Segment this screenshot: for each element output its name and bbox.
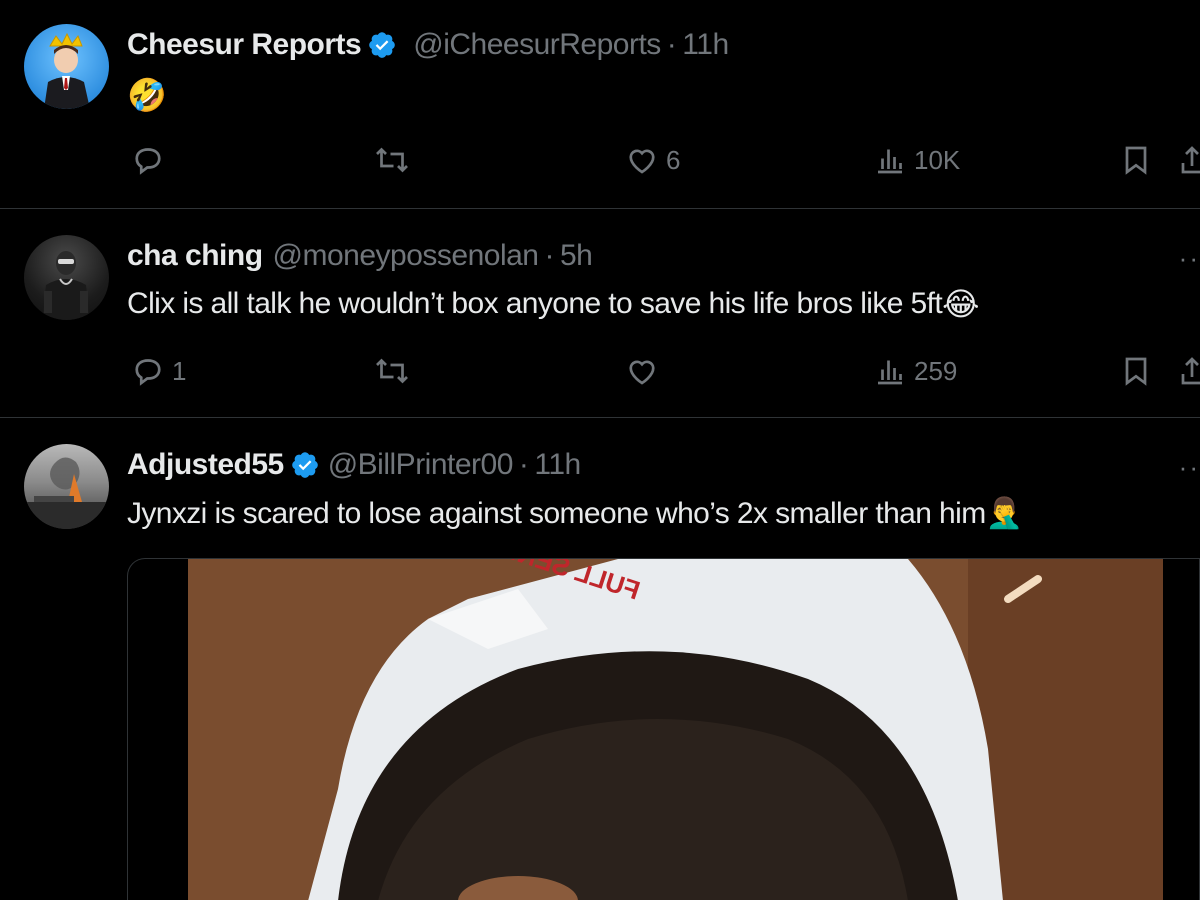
share-button[interactable] xyxy=(1180,142,1200,178)
reply-button[interactable] xyxy=(130,142,166,178)
view-count: 10K xyxy=(914,144,961,175)
views-chart-icon xyxy=(878,360,902,385)
heart-icon xyxy=(629,360,655,385)
facepalm-emoji: 🤦‍♂️ xyxy=(985,497,1023,530)
verified-badge-icon xyxy=(369,32,396,58)
video-still-image: FULL SEND xyxy=(188,559,1163,900)
avatar-image xyxy=(42,251,90,320)
tweet-header: cha ching @moneypossenolan · 5h xyxy=(127,239,593,273)
author-handle[interactable]: @iCheesurReports xyxy=(413,28,661,62)
share-button[interactable] xyxy=(1180,353,1200,389)
timestamp[interactable]: 11h xyxy=(682,28,729,62)
reply-count: 1 xyxy=(172,355,187,386)
retweet-icon xyxy=(376,358,408,384)
tweet-cheesur-reports[interactable]: Cheesur Reports @iCheesurReports · 11h 🤣… xyxy=(0,0,1200,209)
retweet-button[interactable] xyxy=(372,353,412,389)
more-options-icon[interactable]: ·· xyxy=(1179,243,1200,274)
tweet-text: Jynxzi is scared to lose against someone… xyxy=(127,496,1023,531)
separator-dot: · xyxy=(544,239,555,272)
bookmark-icon xyxy=(1125,146,1147,175)
avatar[interactable] xyxy=(24,444,109,529)
author-name[interactable]: cha ching xyxy=(127,239,263,273)
author-handle[interactable]: @BillPrinter00 xyxy=(328,448,514,482)
tears-of-joy-emoji: 😂 xyxy=(942,286,979,322)
views-chart-icon xyxy=(878,149,902,174)
share-icon xyxy=(1181,357,1200,385)
reply-icon xyxy=(135,148,161,175)
rolling-laughing-emoji: 🤣 xyxy=(127,77,167,113)
share-icon xyxy=(1181,146,1200,174)
tweet-text: Clix is all talk he wouldn’t box anyone … xyxy=(127,285,980,323)
tweet-header: Cheesur Reports @iCheesurReports · 11h xyxy=(127,28,729,62)
timestamp[interactable]: 5h xyxy=(560,239,593,273)
verified-badge-icon xyxy=(291,452,318,478)
tweet-header: Adjusted55 @BillPrinter00 · 11h xyxy=(127,448,581,482)
bookmark-icon xyxy=(1125,357,1147,386)
views-button[interactable]: 10K xyxy=(872,142,960,178)
separator-dot: · xyxy=(666,28,677,61)
retweet-icon xyxy=(376,147,408,173)
more-options-icon[interactable]: ·· xyxy=(1179,452,1200,483)
author-handle[interactable]: @moneypossenolan xyxy=(273,239,539,273)
avatar-image xyxy=(24,457,109,529)
separator-dot: · xyxy=(518,448,529,481)
like-button[interactable]: 6 xyxy=(624,142,680,178)
retweet-button[interactable] xyxy=(372,142,412,178)
avatar[interactable] xyxy=(24,235,109,320)
views-button[interactable]: 259 xyxy=(872,353,957,389)
timestamp[interactable]: 11h xyxy=(534,448,581,482)
reply-button[interactable]: 1 xyxy=(130,353,186,389)
bookmark-button[interactable] xyxy=(1118,353,1154,389)
bookmark-button[interactable] xyxy=(1118,142,1154,178)
tweet-actions: 6 10K xyxy=(0,142,1200,182)
like-button[interactable] xyxy=(624,353,660,389)
tweet-text: 🤣 xyxy=(127,76,167,114)
tweet-video[interactable]: FULL SEND xyxy=(127,558,1200,900)
avatar-image xyxy=(44,32,90,109)
tweet-cha-ching[interactable]: cha ching @moneypossenolan · 5h Clix is … xyxy=(0,209,1200,418)
tweet-text-content: Jynxzi is scared to lose against someone… xyxy=(127,496,986,530)
avatar[interactable] xyxy=(24,24,109,109)
tweet-actions: 1 259 xyxy=(0,353,1200,393)
video-thumbnail[interactable]: FULL SEND xyxy=(188,559,1163,900)
like-count: 6 xyxy=(666,144,681,175)
reply-icon xyxy=(135,359,161,386)
tweet-text-content: Clix is all talk he wouldn’t box anyone … xyxy=(127,287,943,320)
heart-icon xyxy=(629,149,655,174)
author-name[interactable]: Cheesur Reports xyxy=(127,28,362,62)
author-name[interactable]: Adjusted55 xyxy=(127,448,284,482)
view-count: 259 xyxy=(914,355,958,386)
tweet-adjusted55[interactable]: Adjusted55 @BillPrinter00 · 11h Jynxzi i… xyxy=(0,418,1200,900)
